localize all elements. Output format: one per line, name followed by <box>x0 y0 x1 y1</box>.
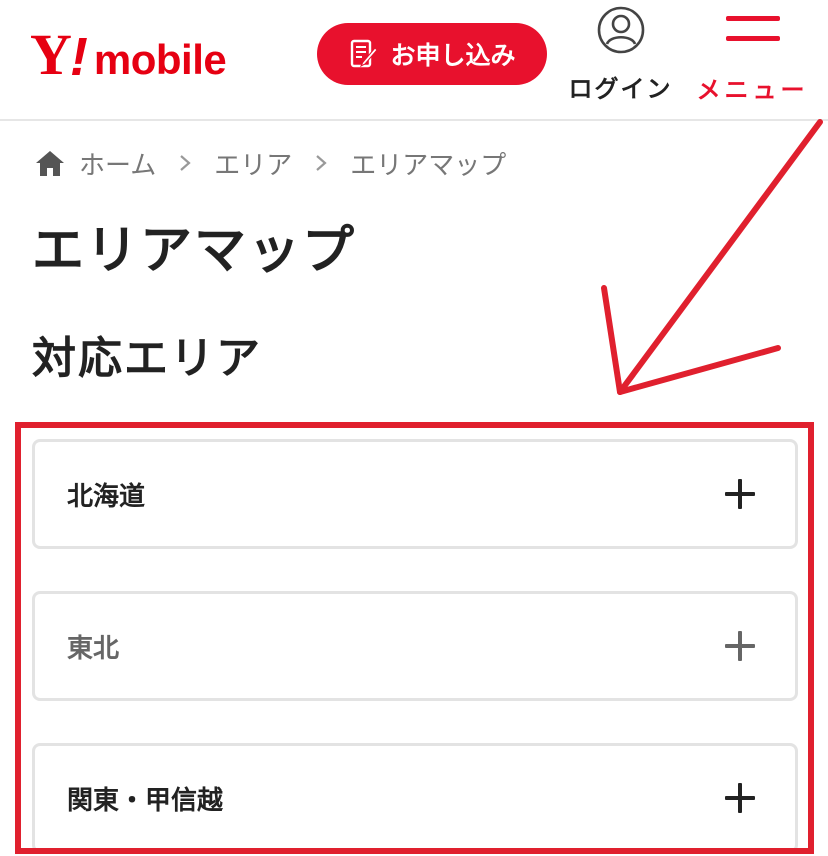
page-title: エリアマップ <box>32 221 357 281</box>
plus-icon <box>725 631 755 661</box>
apply-button[interactable]: お申し込み <box>317 23 547 85</box>
pencil-form-icon <box>351 39 379 68</box>
user-circle-icon <box>597 6 644 54</box>
home-icon[interactable] <box>35 149 65 177</box>
logo-mobile: mobile <box>93 36 227 83</box>
logo-bang: ! <box>69 27 88 87</box>
breadcrumb: ホーム エリア エリアマップ <box>35 145 506 181</box>
accordion-item-hokkaido[interactable]: 北海道 <box>32 439 798 549</box>
plus-icon <box>725 479 755 509</box>
accordion-item-kanto[interactable]: 関東・甲信越 <box>32 743 798 853</box>
accordion-item-tohoku[interactable]: 東北 <box>32 591 798 701</box>
menu-label: メニュー <box>696 76 809 104</box>
page: Y ! mobile お申し込み ログイン メニュー ホーム エリア エリアマッ… <box>0 0 828 856</box>
accordion-label: 関東・甲信越 <box>67 785 224 816</box>
annotation-arrow <box>601 119 823 395</box>
section-title: 対応エリア <box>32 333 262 384</box>
login-label: ログイン <box>568 75 673 103</box>
breadcrumb-current: エリアマップ <box>350 150 507 181</box>
apply-button-label: お申し込み <box>390 41 516 70</box>
accordion-label: 東北 <box>67 633 120 664</box>
chevron-right-icon <box>180 155 191 171</box>
login-button[interactable]: ログイン <box>563 5 678 105</box>
plus-icon <box>725 783 755 813</box>
accordion-label: 北海道 <box>67 481 146 512</box>
ymobile-logo[interactable]: Y ! mobile <box>30 22 227 87</box>
chevron-right-icon <box>316 155 327 171</box>
breadcrumb-home[interactable]: ホーム <box>79 145 156 182</box>
site-header: Y ! mobile お申し込み ログイン メニュー <box>0 0 828 121</box>
breadcrumb-area[interactable]: エリア <box>214 145 292 182</box>
logo-y: Y <box>30 22 72 87</box>
menu-button[interactable]: メニュー <box>695 12 810 107</box>
hamburger-icon <box>725 16 780 46</box>
